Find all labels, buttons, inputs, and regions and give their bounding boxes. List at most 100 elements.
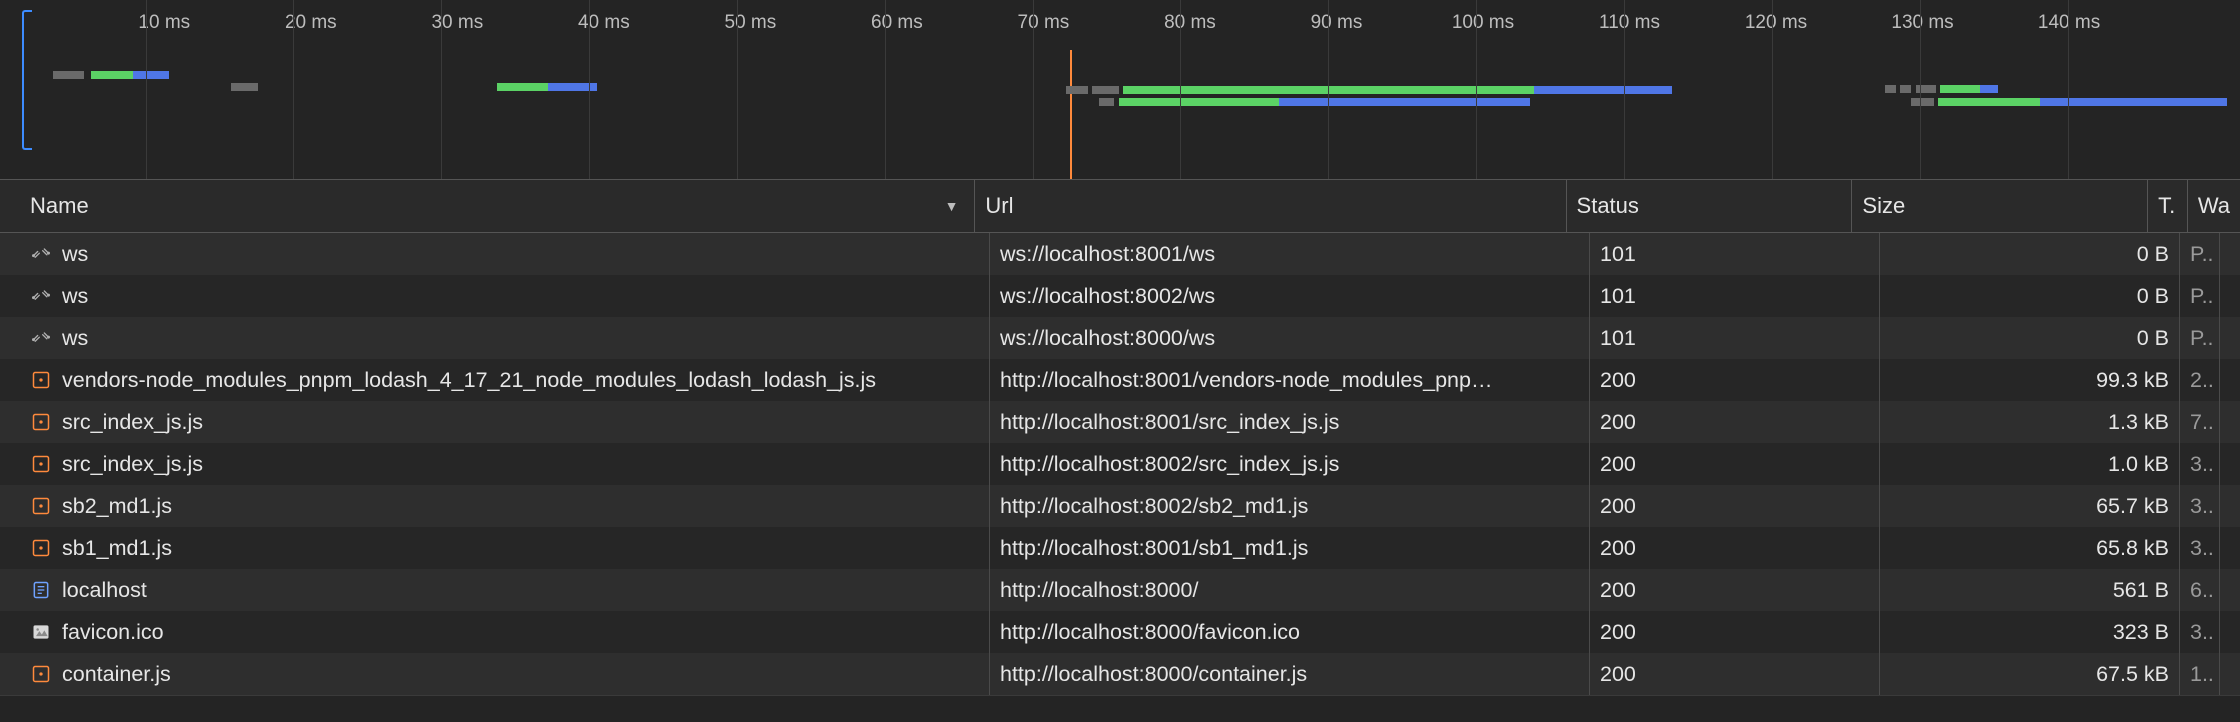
cell-name[interactable]: container.js — [20, 653, 990, 695]
table-row[interactable]: wsws://localhost:8001/ws1010 BP.. — [0, 233, 2240, 275]
column-header-size[interactable]: Size — [1852, 180, 2148, 232]
table-row[interactable]: sb1_md1.jshttp://localhost:8001/sb1_md1.… — [0, 527, 2240, 569]
table-body: wsws://localhost:8001/ws1010 BP..wsws://… — [0, 233, 2240, 695]
grid-line — [2068, 0, 2069, 179]
timing-bar — [1099, 97, 1115, 107]
timing-bar — [1279, 97, 1530, 107]
grid-line — [1920, 0, 1921, 179]
table-row[interactable]: wsws://localhost:8002/ws1010 BP.. — [0, 275, 2240, 317]
resource-name: src_index_js.js — [62, 452, 203, 477]
cell-status: 101 — [1590, 275, 1880, 317]
cell-time: P.. — [2180, 317, 2220, 359]
cell-time: P.. — [2180, 275, 2220, 317]
column-header-status[interactable]: Status — [1567, 180, 1853, 232]
cell-name[interactable]: src_index_js.js — [20, 401, 990, 443]
cell-waterfall — [2220, 485, 2240, 527]
cell-status: 200 — [1590, 527, 1880, 569]
cell-size: 1.3 kB — [1880, 401, 2180, 443]
grid-line — [1624, 0, 1625, 179]
cell-size: 0 B — [1880, 275, 2180, 317]
websocket-icon — [30, 243, 52, 265]
timing-bar — [1900, 84, 1911, 94]
timing-bar — [53, 70, 84, 80]
script-icon — [30, 369, 52, 391]
resource-name: ws — [62, 326, 88, 351]
cell-name[interactable]: ws — [20, 317, 990, 359]
cell-waterfall — [2220, 317, 2240, 359]
table-row[interactable]: src_index_js.jshttp://localhost:8001/src… — [0, 401, 2240, 443]
script-icon — [30, 495, 52, 517]
timing-bar — [1885, 84, 1896, 94]
table-row[interactable]: wsws://localhost:8000/ws1010 BP.. — [0, 317, 2240, 359]
resource-name: ws — [62, 284, 88, 309]
table-row[interactable]: localhosthttp://localhost:8000/200561 B6… — [0, 569, 2240, 611]
cell-status: 200 — [1590, 485, 1880, 527]
empty-space — [0, 695, 2240, 722]
cell-time: 7.. — [2180, 401, 2220, 443]
cell-name[interactable]: localhost — [20, 569, 990, 611]
timeline-cursor[interactable] — [1070, 50, 1072, 179]
network-timeline[interactable]: 10 ms20 ms30 ms40 ms50 ms60 ms70 ms80 ms… — [0, 0, 2240, 180]
document-icon — [30, 579, 52, 601]
table-row[interactable]: src_index_js.js http://localhost:8002/src… — [0, 443, 2240, 485]
cell-name[interactable]: src_index_js.js — [20, 443, 990, 485]
column-label: Size — [1862, 193, 1905, 219]
cell-waterfall — [2220, 401, 2240, 443]
cell-waterfall — [2220, 653, 2240, 695]
timing-bar — [1911, 97, 1933, 107]
grid-line — [293, 0, 294, 179]
cell-url: http://localhost:8001/src_index_js.js — [990, 401, 1590, 443]
table-row[interactable]: favicon.icohttp://localhost:8000/favicon… — [0, 611, 2240, 653]
cell-size: 99.3 kB — [1880, 359, 2180, 401]
cell-status: 200 — [1590, 443, 1880, 485]
cell-time: 2.. — [2180, 359, 2220, 401]
grid-line — [885, 0, 886, 179]
cell-url: http://localhost:8002/src_index_js.js — [990, 443, 1590, 485]
column-header-name[interactable]: Name ▼ — [20, 180, 975, 232]
table-row[interactable]: sb2_md1.js http://localhost:8002/sb2_md1.… — [0, 485, 2240, 527]
cell-name[interactable]: vendors-node_modules_pnpm_lodash_4_17_21… — [20, 359, 990, 401]
table-row[interactable]: container.jshttp://localhost:8000/contai… — [0, 653, 2240, 695]
cell-size: 1.0 kB — [1880, 443, 2180, 485]
script-icon — [30, 453, 52, 475]
table-row[interactable]: vendors-node_modules_pnpm_lodash_4_17_21… — [0, 359, 2240, 401]
script-icon — [30, 663, 52, 685]
cell-name[interactable]: ws — [20, 275, 990, 317]
cell-time: 3.. — [2180, 443, 2220, 485]
grid-line — [589, 0, 590, 179]
column-header-url[interactable]: Url — [975, 180, 1566, 232]
grid-line — [146, 0, 147, 179]
grid-line — [1328, 0, 1329, 179]
cell-time: P.. — [2180, 233, 2220, 275]
column-header-waterfall[interactable]: Wa — [2188, 180, 2240, 232]
timing-bar — [231, 82, 258, 92]
cell-time: 6.. — [2180, 569, 2220, 611]
timeline-start-marker[interactable] — [22, 10, 32, 150]
cell-status: 200 — [1590, 401, 1880, 443]
cell-url: ws://localhost:8000/ws — [990, 317, 1590, 359]
cell-name[interactable]: favicon.ico — [20, 611, 990, 653]
grid-line — [737, 0, 738, 179]
cell-waterfall — [2220, 275, 2240, 317]
cell-time: 1.. — [2180, 653, 2220, 695]
timing-bar — [1980, 84, 1998, 94]
cell-name[interactable]: ws — [20, 233, 990, 275]
timing-bar — [1092, 85, 1119, 95]
grid-line — [1772, 0, 1773, 179]
cell-waterfall — [2220, 233, 2240, 275]
column-label: Name — [30, 193, 89, 219]
websocket-icon — [30, 327, 52, 349]
cell-name[interactable]: sb2_md1.js — [20, 485, 990, 527]
column-header-time[interactable]: T. — [2148, 180, 2188, 232]
grid-line — [1180, 0, 1181, 179]
cell-url: http://localhost:8002/sb2_md1.js — [990, 485, 1590, 527]
timing-bar — [1066, 85, 1088, 95]
timing-bar — [1938, 97, 2040, 107]
timing-bar — [1940, 84, 1980, 94]
resource-name: sb2_md1.js — [62, 494, 172, 519]
cell-name[interactable]: sb1_md1.js — [20, 527, 990, 569]
cell-size: 67.5 kB — [1880, 653, 2180, 695]
timing-bar — [91, 70, 133, 80]
column-label: Status — [1577, 193, 1639, 219]
script-icon — [30, 411, 52, 433]
